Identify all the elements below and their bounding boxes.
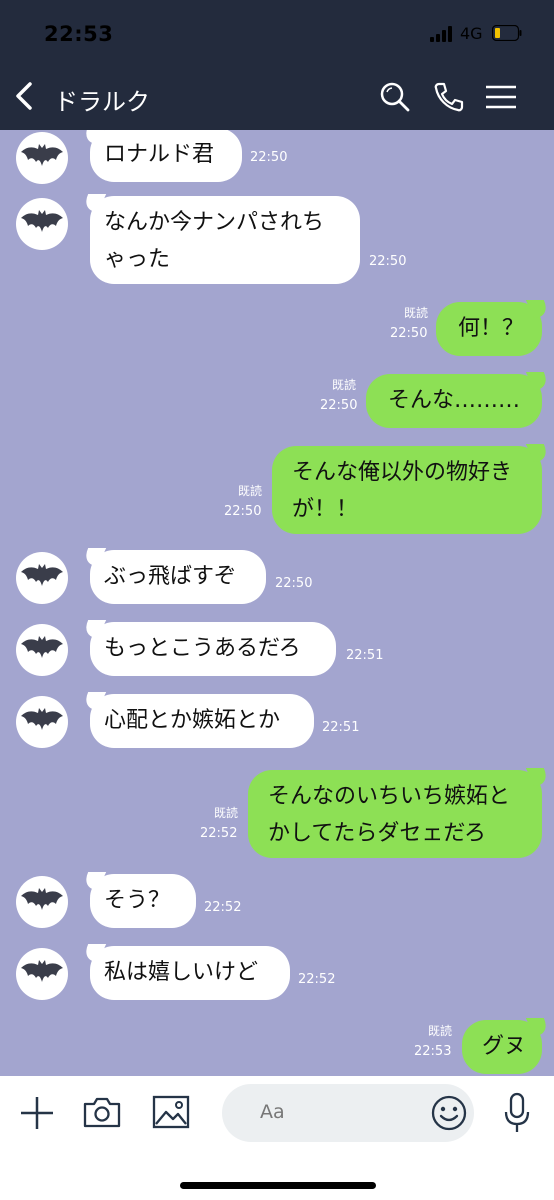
camera-icon[interactable] xyxy=(82,1094,122,1130)
message-text: なんか今ナンパされち ゃった xyxy=(104,210,325,272)
message-time: 22:52 xyxy=(298,972,336,987)
message-bubble-outgoing[interactable]: そんな……… xyxy=(366,374,542,428)
read-receipt: 既読 xyxy=(331,378,356,392)
battery-icon xyxy=(492,25,522,41)
message-bubble-incoming[interactable]: ぶっ飛ばすぞ xyxy=(90,550,266,604)
read-receipt: 既読 xyxy=(427,1024,452,1038)
phone-icon[interactable] xyxy=(432,80,466,114)
message-time: 22:50 xyxy=(250,150,288,165)
status-time: 22:53 xyxy=(44,22,114,46)
message-time: 22:50 xyxy=(224,504,262,519)
message-text: 心配とか嫉妬とか xyxy=(104,708,281,733)
message-bubble-outgoing[interactable]: そんな俺以外の物好き が！！ xyxy=(272,446,542,534)
message-time: 22:50 xyxy=(320,398,358,413)
message-bubble-outgoing[interactable]: そんなのいちいち嫉妬と かしてたらダセェだろ xyxy=(248,770,542,858)
message-bubble-incoming[interactable]: 私は嬉しいけど xyxy=(90,946,290,1000)
avatar[interactable] xyxy=(16,624,68,676)
message-time: 22:50 xyxy=(390,326,428,341)
top-bar: 22:53 4G ドラルク xyxy=(0,0,554,130)
message-input[interactable]: Aa xyxy=(222,1084,474,1142)
message-bubble-outgoing[interactable]: 何！？ xyxy=(436,302,542,356)
message-text: そんなのいちいち嫉妬と かしてたらダセェだろ xyxy=(268,784,511,846)
message-text: 何！？ xyxy=(458,316,525,341)
message-time: 22:50 xyxy=(275,576,313,591)
message-text: ロナルド君 xyxy=(104,142,215,167)
avatar[interactable] xyxy=(16,132,68,184)
chat-area[interactable]: ロナルド君 22:50 なんか今ナンパされち ゃった 22:50 既読 22:5… xyxy=(0,130,554,1076)
message-bubble-incoming[interactable]: なんか今ナンパされち ゃった xyxy=(90,196,360,284)
message-bubble-incoming[interactable]: 心配とか嫉妬とか xyxy=(90,694,314,748)
message-bubble-outgoing[interactable]: グヌ xyxy=(462,1020,542,1074)
chat-title: ドラルク xyxy=(54,88,150,116)
back-chevron-icon[interactable] xyxy=(10,80,42,112)
message-time: 22:51 xyxy=(322,720,360,735)
search-icon[interactable] xyxy=(378,80,412,114)
message-text: ぶっ飛ばすぞ xyxy=(104,564,237,589)
message-bubble-incoming[interactable]: そう？ xyxy=(90,874,196,928)
message-time: 22:52 xyxy=(204,900,242,915)
message-bubble-incoming[interactable]: もっとこうあるだろ xyxy=(90,622,336,676)
message-time: 22:52 xyxy=(200,826,238,841)
message-text: そう？ xyxy=(104,888,171,913)
avatar[interactable] xyxy=(16,696,68,748)
signal-icon xyxy=(430,26,454,42)
network-label: 4G xyxy=(460,24,483,43)
home-indicator xyxy=(180,1182,376,1189)
message-text: もっとこうあるだろ xyxy=(104,636,301,661)
message-time: 22:53 xyxy=(414,1044,452,1059)
avatar[interactable] xyxy=(16,876,68,928)
read-receipt: 既読 xyxy=(237,484,262,498)
message-bubble-incoming[interactable]: ロナルド君 xyxy=(90,130,242,182)
read-receipt: 既読 xyxy=(213,806,238,820)
avatar[interactable] xyxy=(16,198,68,250)
avatar[interactable] xyxy=(16,552,68,604)
microphone-icon[interactable] xyxy=(502,1092,532,1134)
message-time: 22:51 xyxy=(346,648,384,663)
emoji-icon[interactable] xyxy=(430,1094,468,1132)
message-time: 22:50 xyxy=(369,254,407,269)
avatar[interactable] xyxy=(16,948,68,1000)
input-placeholder: Aa xyxy=(260,1101,285,1123)
menu-icon[interactable] xyxy=(484,80,518,114)
input-toolbar: Aa xyxy=(0,1076,554,1200)
message-text: 私は嬉しいけど xyxy=(104,960,259,985)
read-receipt: 既読 xyxy=(403,306,428,320)
message-text: そんな……… xyxy=(388,388,521,413)
image-icon[interactable] xyxy=(152,1094,190,1130)
message-text: グヌ xyxy=(482,1034,527,1059)
plus-icon[interactable] xyxy=(18,1094,56,1132)
message-text: そんな俺以外の物好き が！！ xyxy=(292,460,513,522)
